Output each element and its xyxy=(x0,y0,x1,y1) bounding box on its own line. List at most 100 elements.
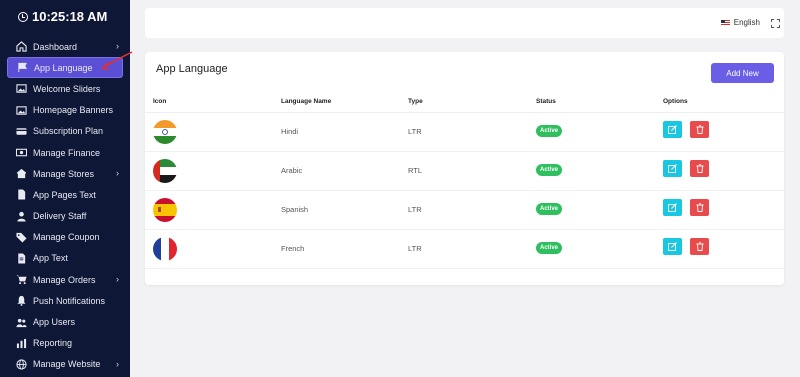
edit-icon xyxy=(668,203,677,212)
sidebar-item-app-pages-text[interactable]: App Pages Text xyxy=(0,184,130,205)
trash-icon xyxy=(696,164,703,173)
status-badge: Active xyxy=(536,125,563,137)
globe-icon xyxy=(15,358,27,370)
chevron-right-icon: › xyxy=(116,168,119,179)
chart-icon xyxy=(15,337,27,349)
add-new-button[interactable]: Add New xyxy=(711,63,774,83)
language-name: Spanish xyxy=(281,205,309,214)
language-type: LTR xyxy=(408,127,422,136)
column-header-options: Options xyxy=(663,98,688,105)
trash-icon xyxy=(696,125,703,134)
language-type: RTL xyxy=(408,166,423,175)
trash-icon xyxy=(696,242,703,251)
sidebar-item-manage-website[interactable]: Manage Website › xyxy=(0,354,130,375)
column-header-status: Status xyxy=(536,98,556,105)
sidebar-item-label: App Text xyxy=(33,253,68,264)
file-icon xyxy=(15,189,27,201)
page-title: App Language xyxy=(156,63,228,75)
table-row: Spanish LTR Active xyxy=(145,191,784,230)
sidebar-item-subscription-plan[interactable]: Subscription Plan xyxy=(0,121,130,142)
edit-button[interactable] xyxy=(663,199,682,216)
spain-flag-icon xyxy=(153,198,177,222)
sidebar-item-welcome-sliders[interactable]: Welcome Sliders xyxy=(0,78,130,99)
language-selector[interactable]: English xyxy=(720,18,760,27)
edit-icon xyxy=(668,164,677,173)
sidebar-item-label: Manage Orders xyxy=(33,274,96,285)
image-icon xyxy=(15,104,27,116)
sidebar-item-manage-stores[interactable]: Manage Stores › xyxy=(0,163,130,184)
text-file-icon xyxy=(15,252,27,264)
store-icon xyxy=(15,168,27,180)
edit-button[interactable] xyxy=(663,121,682,138)
clock-time: 10:25:18 AM xyxy=(32,9,108,24)
sidebar-item-homepage-banners[interactable]: Homepage Banners xyxy=(0,100,130,121)
sidebar-item-app-users[interactable]: App Users xyxy=(0,311,130,332)
bell-icon xyxy=(15,295,27,307)
edit-button[interactable] xyxy=(663,160,682,177)
sidebar-item-manage-orders[interactable]: Manage Orders › xyxy=(0,269,130,290)
app-language-card: App Language Add New Icon Language Name … xyxy=(145,52,784,285)
home-icon xyxy=(15,41,27,53)
delete-button[interactable] xyxy=(690,121,709,138)
sidebar-item-label: Subscription Plan xyxy=(33,126,104,137)
money-icon xyxy=(15,147,27,159)
language-type: LTR xyxy=(408,244,422,253)
sidebar-item-label: Manage Finance xyxy=(33,147,101,158)
sidebar-item-push-notifications[interactable]: Push Notifications xyxy=(0,290,130,311)
sidebar-item-label: Delivery Staff xyxy=(33,211,87,222)
sidebar-item-label: Push Notifications xyxy=(33,295,106,306)
sidebar-item-label: Manage Stores xyxy=(33,168,95,179)
language-name: Arabic xyxy=(281,166,303,175)
sidebar-item-label: Reporting xyxy=(33,338,73,349)
language-type: LTR xyxy=(408,205,422,214)
edit-icon xyxy=(668,242,677,251)
table-header: Icon Language Name Type Status Options xyxy=(145,93,784,113)
sidebar-item-app-text[interactable]: App Text xyxy=(0,248,130,269)
language-name: Hindi xyxy=(281,127,299,136)
chevron-right-icon: › xyxy=(116,358,119,369)
sidebar-item-label: Manage Website xyxy=(33,359,101,370)
status-badge: Active xyxy=(536,242,563,254)
sidebar-nav: Dashboard › App Language Welcome Sliders… xyxy=(0,36,130,375)
status-badge: Active xyxy=(536,164,563,176)
fullscreen-icon[interactable] xyxy=(771,19,780,28)
sidebar-item-label: App Language xyxy=(34,62,93,73)
trash-icon xyxy=(696,203,703,212)
edit-button[interactable] xyxy=(663,238,682,255)
column-header-icon: Icon xyxy=(153,98,167,105)
sidebar-item-label: App Users xyxy=(33,317,76,328)
sidebar-item-manage-coupon[interactable]: Manage Coupon xyxy=(0,227,130,248)
france-flag-icon xyxy=(153,237,177,261)
top-bar: English xyxy=(145,8,784,38)
sidebar-item-label: Homepage Banners xyxy=(33,105,114,116)
card-icon xyxy=(15,125,27,137)
chevron-right-icon: › xyxy=(116,274,119,285)
tag-icon xyxy=(15,231,27,243)
india-flag-icon xyxy=(153,120,177,144)
sidebar-item-label: Dashboard xyxy=(33,41,78,52)
delete-button[interactable] xyxy=(690,199,709,216)
clock: 10:25:18 AM xyxy=(18,9,107,24)
sidebar-item-delivery-staff[interactable]: Delivery Staff xyxy=(0,206,130,227)
edit-icon xyxy=(668,125,677,134)
clock-icon xyxy=(18,11,28,22)
cart-icon xyxy=(15,274,27,286)
column-header-type: Type xyxy=(408,98,423,105)
table-row: Arabic RTL Active xyxy=(145,152,784,191)
language-name: French xyxy=(281,244,305,253)
column-header-language-name: Language Name xyxy=(281,98,332,105)
uae-flag-icon xyxy=(153,159,177,183)
us-flag-icon xyxy=(720,19,730,26)
sidebar-item-label: Manage Coupon xyxy=(33,232,100,243)
sidebar-item-label: Welcome Sliders xyxy=(33,83,101,94)
delete-button[interactable] xyxy=(690,238,709,255)
user-icon xyxy=(15,210,27,222)
sidebar-item-reporting[interactable]: Reporting xyxy=(0,333,130,354)
sidebar-item-label: App Pages Text xyxy=(33,189,96,200)
sidebar-item-manage-finance[interactable]: Manage Finance xyxy=(0,142,130,163)
delete-button[interactable] xyxy=(690,160,709,177)
users-icon xyxy=(15,316,27,328)
status-badge: Active xyxy=(536,203,563,215)
language-label: English xyxy=(733,18,760,27)
image-icon xyxy=(15,83,27,95)
